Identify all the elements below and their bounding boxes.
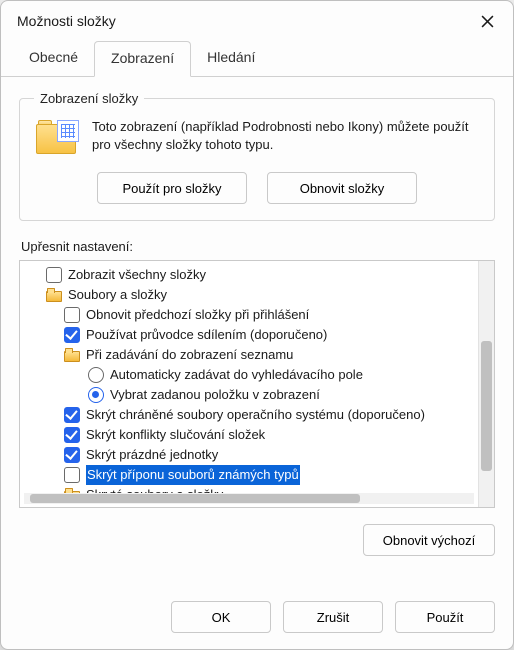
close-icon [481,15,494,28]
vertical-scrollbar[interactable] [478,261,494,507]
tab-search[interactable]: Hledání [191,41,271,76]
checkbox-checked-icon [64,327,80,343]
cancel-button[interactable]: Zrušit [283,601,383,633]
folder-grid-icon [34,118,78,158]
checkbox-unchecked-icon [64,307,80,323]
reset-folders-button[interactable]: Obnovit složky [267,172,417,204]
option-hide-protected-os-files[interactable]: Skrýt chráněné soubory operačního systém… [24,405,476,425]
option-type-into-search[interactable]: Automaticky zadávat do vyhledávacího pol… [24,365,476,385]
option-hide-known-extensions[interactable]: Skrýt příponu souborů známých typů [24,465,476,485]
folder-view-description: Toto zobrazení (například Podrobnosti ne… [92,118,480,153]
option-hide-merge-conflicts[interactable]: Skrýt konflikty slučování složek [24,425,476,445]
tab-view[interactable]: Zobrazení [94,41,191,77]
radio-checked-icon [88,387,104,403]
checkbox-checked-icon [64,447,80,463]
restore-defaults-button[interactable]: Obnovit výchozí [363,524,495,556]
dialog-footer: OK Zrušit Použít [1,589,513,649]
tabstrip: Obecné Zobrazení Hledání [1,41,513,77]
group-files-and-folders[interactable]: Soubory a složky [24,285,476,305]
window-title: Možnosti složky [17,13,116,29]
advanced-settings-label: Upřesnit nastavení: [21,239,495,254]
group-when-typing[interactable]: Při zadávání do zobrazení seznamu [24,345,476,365]
scroll-thumb[interactable] [30,494,360,503]
checkbox-checked-icon [64,427,80,443]
tab-general[interactable]: Obecné [13,41,94,76]
apply-button[interactable]: Použít [395,601,495,633]
checkbox-unchecked-icon [64,467,80,483]
option-restore-previous[interactable]: Obnovit předchozí složky při přihlášení [24,305,476,325]
folder-view-group: Zobrazení složky Toto zobrazení (napříkl… [19,91,495,221]
apply-to-folders-button[interactable]: Použít pro složky [97,172,247,204]
checkbox-unchecked-icon [46,267,62,283]
option-show-all-folders[interactable]: Zobrazit všechny složky [24,265,476,285]
option-use-sharing-wizard[interactable]: Používat průvodce sdílením (doporučeno) [24,325,476,345]
folder-options-dialog: Možnosti složky Obecné Zobrazení Hledání… [0,0,514,650]
option-type-select-item[interactable]: Vybrat zadanou položku v zobrazení [24,385,476,405]
folder-icon [46,288,62,302]
horizontal-scrollbar[interactable] [24,493,474,504]
scroll-thumb[interactable] [481,341,492,471]
radio-unchecked-icon [88,367,104,383]
ok-button[interactable]: OK [171,601,271,633]
option-hide-empty-drives[interactable]: Skrýt prázdné jednotky [24,445,476,465]
tab-panel-view: Zobrazení složky Toto zobrazení (napříkl… [1,77,513,589]
titlebar: Možnosti složky [1,1,513,41]
folder-view-legend: Zobrazení složky [34,91,144,106]
advanced-settings-tree[interactable]: Zobrazit všechny složky Soubory a složky… [19,260,495,508]
close-button[interactable] [467,5,507,37]
checkbox-checked-icon [64,407,80,423]
folder-icon [64,348,80,362]
